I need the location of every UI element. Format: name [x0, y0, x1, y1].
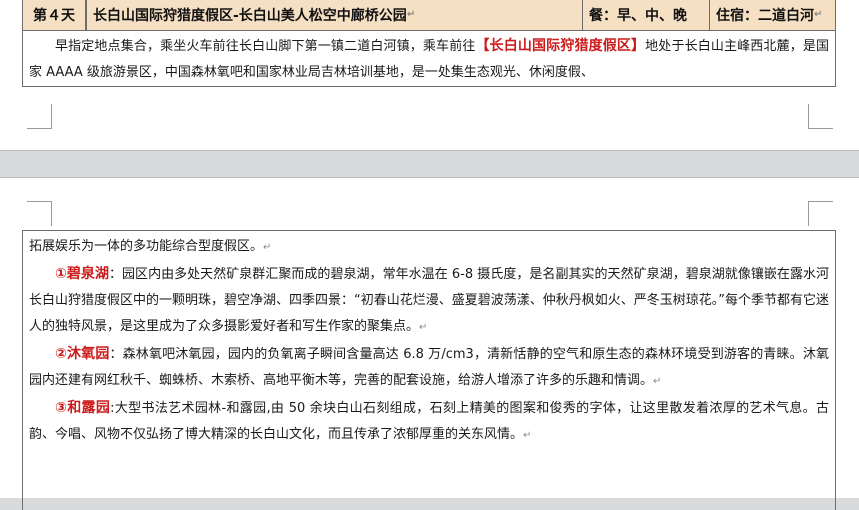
crop-mark-top-left: [27, 201, 52, 226]
meals-cell: 餐：早、中、晚: [583, 0, 710, 30]
intro-text-before: 早指定地点集合，乘坐火车前往长白山脚下第一镇二道白河镇，乘车前往: [55, 39, 476, 54]
continued-paragraph: 拓展娱乐为一体的多功能综合型度假区。↵: [23, 234, 835, 261]
crop-mark-bottom-left: [27, 104, 52, 129]
paragraph-mark-icon: ↵: [653, 376, 662, 387]
attraction-number: ③: [55, 400, 68, 416]
attraction-name: 沐氧园: [67, 346, 110, 362]
attraction-text: :大型书法艺术园林-和露园,由 50 余块白山石刻组成，石刻上精美的图案和俊秀的…: [29, 401, 830, 442]
crop-mark-top-right: [808, 201, 833, 226]
attraction-paragraph-2: ②沐氧园：森林氧吧沐氧园，园内的负氧离子瞬间含量高达 6.8 万/cm3，清新恬…: [23, 341, 835, 395]
route-title: 长白山国际狩猎度假区-长白山美人松空中廊桥公园 ↵: [87, 0, 583, 30]
attraction-text: ：森林氧吧沐氧园，园内的负氧离子瞬间含量高达 6.8 万/cm3，清新恬静的空气…: [29, 347, 829, 388]
attraction-paragraph-1: ①碧泉湖：园区内由多处天然矿泉群汇聚而成的碧泉湖，常年水温在 6-8 摄氏度，是…: [23, 261, 835, 341]
attraction-name: 碧泉湖: [66, 266, 109, 282]
paragraph-mark-icon: ↵: [523, 430, 532, 441]
attraction-paragraph-3: ③和露园:大型书法艺术园林-和露园,由 50 余块白山石刻组成，石刻上精美的图案…: [23, 395, 835, 449]
resort-name-highlight: 【长白山国际狩猎度假区】: [475, 38, 646, 54]
crop-mark-bottom-right: [808, 104, 833, 129]
continued-text: 拓展娱乐为一体的多功能综合型度假区。: [29, 239, 264, 254]
route-title-text: 长白山国际狩猎度假区-长白山美人松空中廊桥公园: [93, 7, 407, 24]
day-label: 第４天: [23, 0, 87, 30]
day-header-row: 第４天 长白山国际狩猎度假区-长白山美人松空中廊桥公园 ↵ 餐：早、中、晚 住宿：…: [23, 0, 835, 31]
paragraph-mark-icon: ↵: [406, 9, 416, 20]
itinerary-table-upper: 第４天 长白山国际狩猎度假区-长白山美人松空中廊桥公园 ↵ 餐：早、中、晚 住宿：…: [22, 0, 836, 87]
attraction-name: 和露园: [67, 400, 111, 416]
document-page-lower: 拓展娱乐为一体的多功能综合型度假区。↵ ①碧泉湖：园区内由多处天然矿泉群汇聚而成…: [0, 177, 859, 510]
intro-paragraph: 早指定地点集合，乘坐火车前往长白山脚下第一镇二道白河镇，乘车前往【长白山国际狩猎…: [23, 31, 835, 86]
attraction-text: ：园区内由多处天然矿泉群汇聚而成的碧泉湖，常年水温在 6-8 摄氏度，是名副其实…: [29, 267, 830, 334]
paragraph-mark-icon: ↵: [814, 9, 823, 20]
stay-cell: 住宿：二道白河 ↵: [710, 0, 835, 30]
itinerary-table-lower: 拓展娱乐为一体的多功能综合型度假区。↵ ①碧泉湖：园区内由多处天然矿泉群汇聚而成…: [22, 230, 836, 510]
attraction-number: ②: [55, 346, 68, 362]
attraction-number: ①: [55, 266, 67, 282]
paragraph-mark-icon: ↵: [419, 322, 428, 333]
stay-text: 住宿：二道白河: [716, 7, 814, 24]
paragraph-mark-icon: ↵: [263, 242, 272, 253]
document-page-upper: 第４天 长白山国际狩猎度假区-长白山美人松空中廊桥公园 ↵ 餐：早、中、晚 住宿：…: [0, 0, 859, 151]
